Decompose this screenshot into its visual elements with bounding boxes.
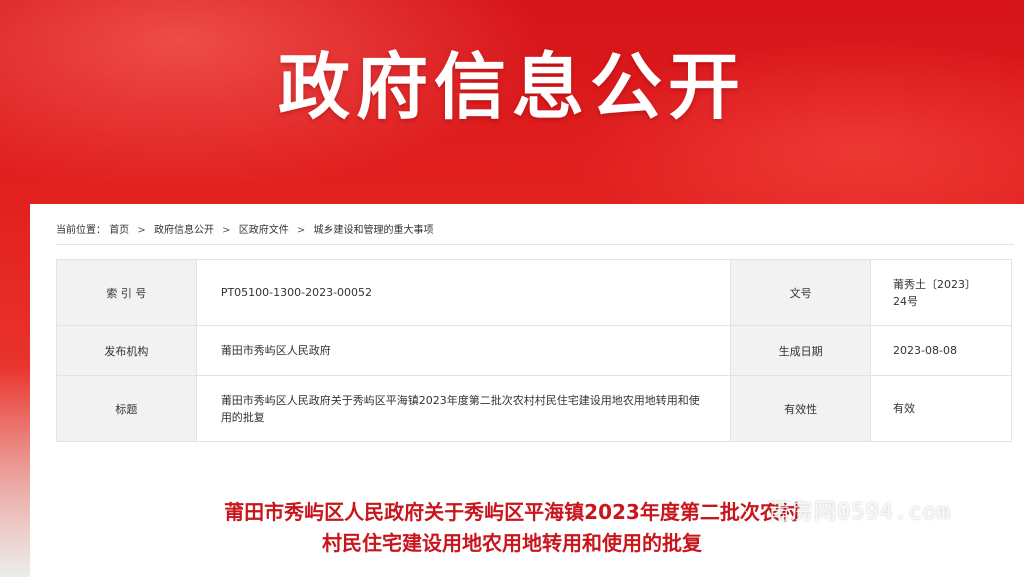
table-row: 发布机构 莆田市秀屿区人民政府 生成日期 2023-08-08 bbox=[56, 325, 1012, 376]
validity-label: 有效性 bbox=[730, 375, 872, 442]
date-label: 生成日期 bbox=[730, 325, 872, 376]
breadcrumb-prefix: 当前位置： bbox=[56, 225, 106, 236]
breadcrumb-separator: > bbox=[296, 225, 306, 236]
breadcrumb-home[interactable]: 首页 bbox=[109, 221, 129, 236]
validity-value: 有效 bbox=[870, 375, 1012, 442]
breadcrumb-district-docs[interactable]: 区政府文件 bbox=[239, 221, 289, 236]
table-row: 索 引 号 PT05100-1300-2023-00052 文号 莆秀土〔202… bbox=[56, 259, 1012, 326]
breadcrumb: 当前位置： 首页 > 政府信息公开 > 区政府文件 > 城乡建设和管理的重大事项 bbox=[56, 221, 433, 236]
breadcrumb-gov-info[interactable]: 政府信息公开 bbox=[154, 221, 214, 236]
table-row: 标题 莆田市秀屿区人民政府关于秀屿区平海镇2023年度第二批次农村村民住宅建设用… bbox=[56, 375, 1012, 442]
index-number-value: PT05100-1300-2023-00052 bbox=[195, 259, 732, 326]
document-number-value: 莆秀土〔2023〕24号 bbox=[870, 259, 1012, 326]
breadcrumb-divider bbox=[56, 244, 1014, 245]
title-label: 标题 bbox=[56, 375, 197, 442]
title-value: 莆田市秀屿区人民政府关于秀屿区平海镇2023年度第二批次农村村民住宅建设用地农用… bbox=[195, 375, 732, 442]
document-number-label: 文号 bbox=[730, 259, 872, 326]
publisher-value: 莆田市秀屿区人民政府 bbox=[195, 325, 732, 376]
date-value: 2023-08-08 bbox=[870, 325, 1012, 376]
index-number-label: 索 引 号 bbox=[56, 259, 197, 326]
breadcrumb-separator: > bbox=[137, 225, 146, 236]
breadcrumb-separator: > bbox=[222, 225, 231, 236]
publisher-label: 发布机构 bbox=[56, 325, 197, 376]
document-title-line2: 村民住宅建设用地农用地转用和使用的批复 bbox=[322, 531, 702, 555]
banner-title: 政府信息公开 bbox=[277, 45, 746, 129]
watermark: 莆房网0594.com bbox=[768, 500, 951, 525]
document-metadata-table: 索 引 号 PT05100-1300-2023-00052 文号 莆秀土〔202… bbox=[56, 259, 1012, 442]
breadcrumb-current[interactable]: 城乡建设和管理的重大事项 bbox=[313, 221, 433, 236]
